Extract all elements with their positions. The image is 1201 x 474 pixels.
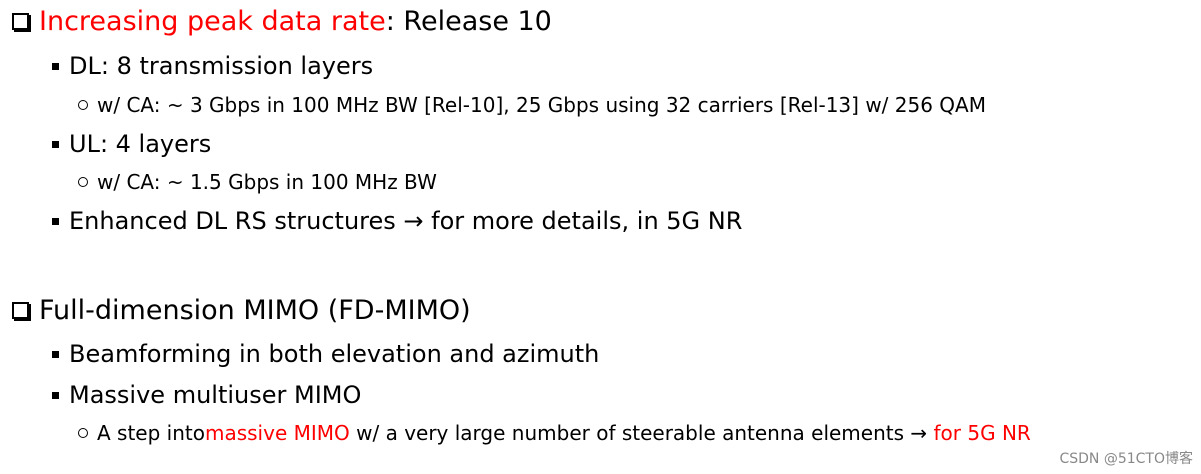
list-item: Beamforming in both elevation and azimut… (52, 340, 599, 368)
hollow-circle-bullet-icon (78, 100, 88, 110)
filled-square-bullet-icon (52, 391, 59, 399)
list-item: Enhanced DL RS structures → for more det… (52, 207, 742, 235)
list-subitem-text: A step into (97, 421, 205, 445)
section1-heading-highlight: Increasing peak data rate (39, 6, 386, 37)
list-subitem-text: w/ CA: ~ 3 Gbps in 100 MHz BW [Rel-10], … (97, 93, 986, 117)
list-subitem: w/ CA: ~ 3 Gbps in 100 MHz BW [Rel-10], … (78, 93, 986, 117)
section2-heading: Full-dimension MIMO (FD-MIMO) (12, 295, 471, 326)
section1-heading: Increasing peak data rate : Release 10 (12, 6, 552, 37)
list-subitem: A step into massive MIMO w/ a very large… (78, 421, 1031, 445)
section2-heading-text: Full-dimension MIMO (FD-MIMO) (39, 295, 471, 326)
filled-square-bullet-icon (52, 62, 59, 70)
section1-heading-rest: : Release 10 (385, 6, 552, 37)
highlight-5g-nr: for 5G NR (933, 421, 1031, 445)
watermark: CSDN @51CTO博客 (1059, 451, 1193, 467)
list-item-text: Enhanced DL RS structures → for more det… (69, 207, 743, 235)
hollow-circle-bullet-icon (78, 177, 88, 187)
list-item-text: Beamforming in both elevation and azimut… (69, 340, 600, 368)
list-item-text: UL: 4 layers (69, 130, 212, 158)
filled-square-bullet-icon (52, 350, 59, 358)
hollow-square-bullet-icon (12, 302, 29, 319)
list-item-text: DL: 8 transmission layers (69, 52, 374, 80)
list-item: DL: 8 transmission layers (52, 52, 373, 80)
filled-square-bullet-icon (52, 217, 59, 225)
list-item: Massive multiuser MIMO (52, 381, 361, 409)
highlight-massive-mimo: massive MIMO (204, 421, 350, 445)
list-subitem: w/ CA: ~ 1.5 Gbps in 100 MHz BW (78, 170, 437, 194)
hollow-square-bullet-icon (12, 13, 29, 30)
list-subitem-text: w/ CA: ~ 1.5 Gbps in 100 MHz BW (97, 170, 437, 194)
list-subitem-text: w/ a very large number of steerable ante… (349, 421, 934, 445)
list-item-text: Massive multiuser MIMO (69, 381, 362, 409)
hollow-circle-bullet-icon (78, 428, 88, 438)
list-item: UL: 4 layers (52, 130, 211, 158)
filled-square-bullet-icon (52, 140, 59, 148)
